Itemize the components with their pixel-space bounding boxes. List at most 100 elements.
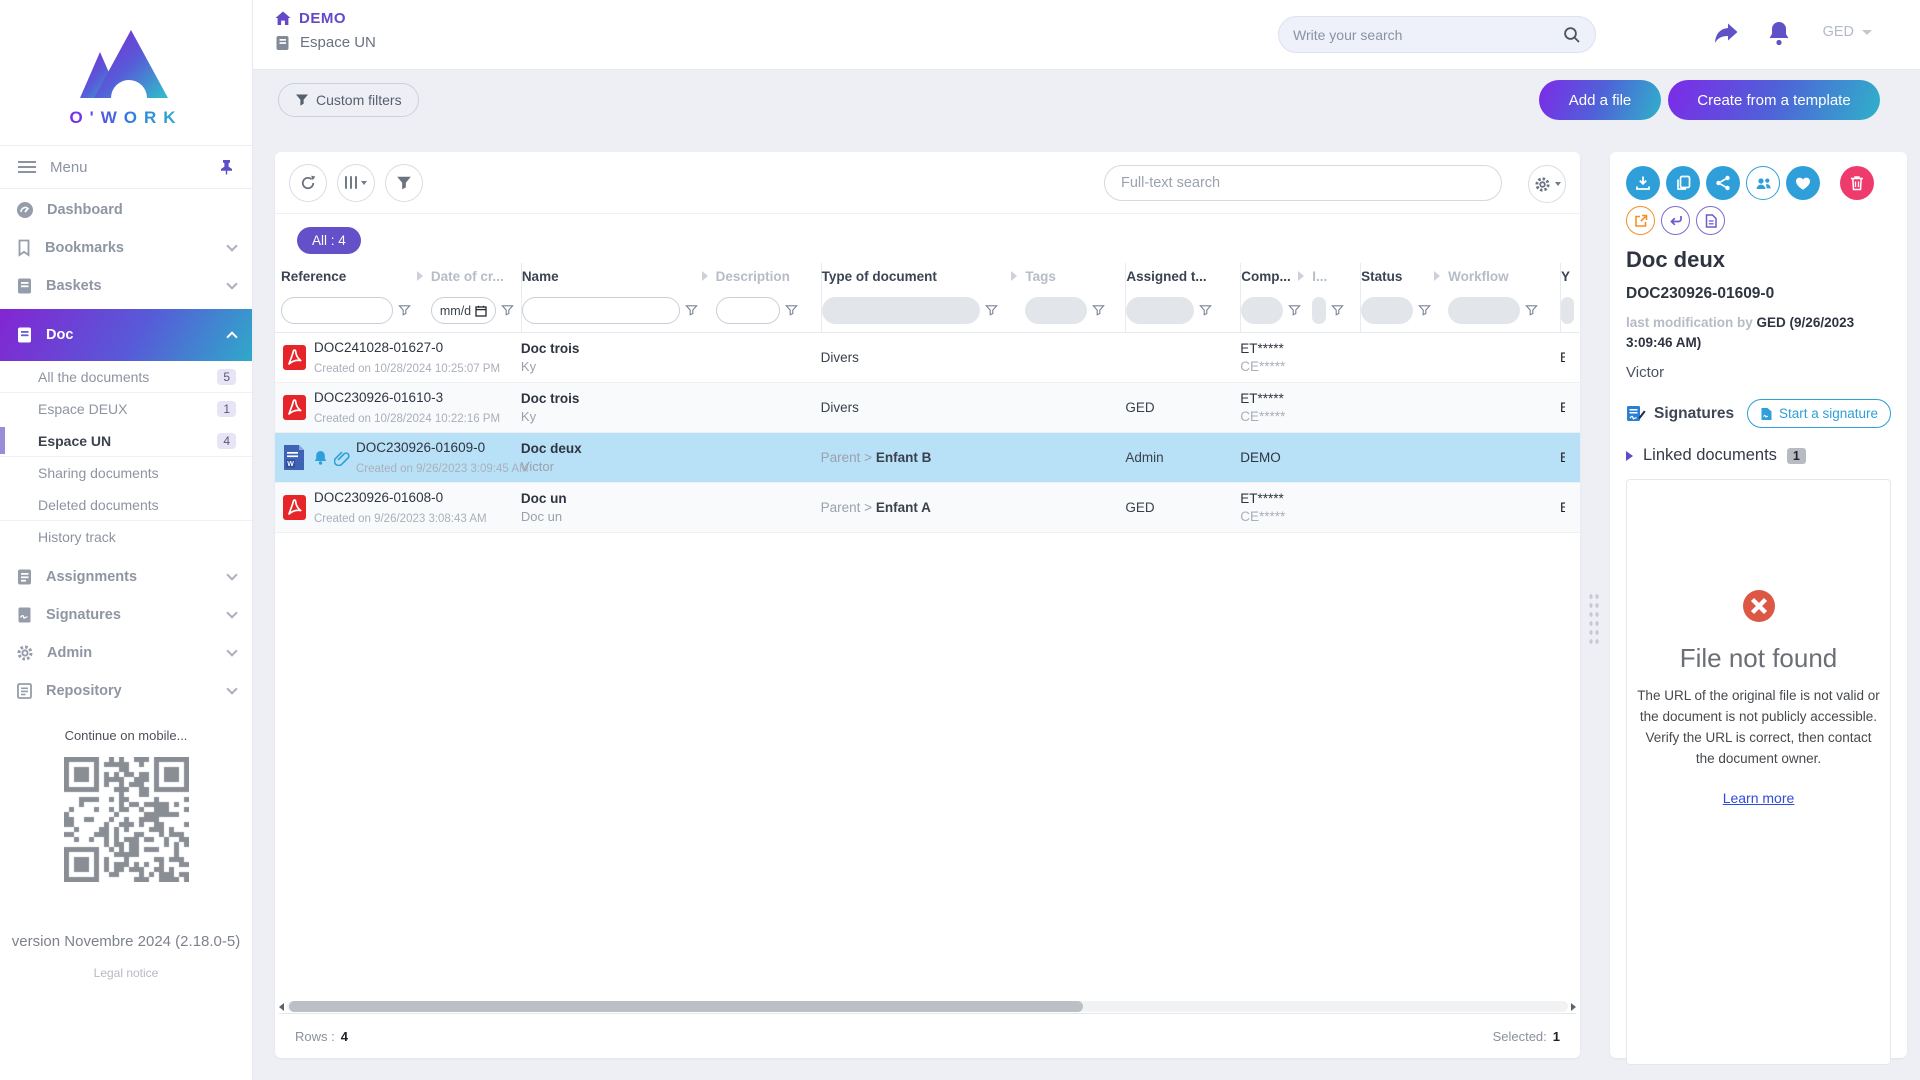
documents-table-card: All : 4 Reference Date of cr... Name Des… (275, 152, 1580, 1058)
column-header-tags[interactable]: Tags (1025, 263, 1125, 289)
column-header-date[interactable]: Date of cr... (431, 263, 521, 289)
selected-count: 1 (1553, 1029, 1560, 1044)
scroll-right-arrow[interactable] (1571, 1003, 1576, 1011)
filter-funnel-icon[interactable] (1288, 304, 1301, 317)
scope-tab-all[interactable]: All : 4 (297, 227, 361, 254)
filter-description-input[interactable] (716, 297, 780, 324)
filter-assigned-select[interactable] (1126, 297, 1194, 324)
scroll-left-arrow[interactable] (279, 1003, 284, 1011)
breadcrumb-home[interactable]: DEMO (275, 10, 376, 27)
filter-funnel-icon[interactable] (1199, 304, 1212, 317)
sidebar-item-espace-deux[interactable]: Espace DEUX 1 (0, 393, 252, 425)
global-search-input[interactable] (1293, 27, 1563, 43)
share-button[interactable] (1706, 166, 1740, 200)
sidebar-item-admin[interactable]: Admin (0, 634, 252, 672)
column-header-y[interactable]: Y (1560, 263, 1580, 289)
pdf-file-icon (281, 394, 308, 421)
filter-date-input[interactable]: mm/d (431, 297, 496, 324)
sidebar-item-espace-un[interactable]: Espace UN 4 (0, 425, 252, 457)
filter-workflow-select[interactable] (1448, 297, 1520, 324)
panel-resize-handle[interactable] (1588, 592, 1601, 648)
sidebar-item-all-documents[interactable]: All the documents 5 (0, 361, 252, 393)
table-row[interactable]: DOC241028-01627-0Created on 10/28/2024 1… (275, 333, 1580, 383)
table-row[interactable]: DOC230926-01608-0Created on 9/26/2023 3:… (275, 483, 1580, 533)
duplicate-button[interactable] (1666, 166, 1700, 200)
column-header-workflow[interactable]: Workflow (1448, 263, 1560, 289)
count-badge: 5 (217, 369, 236, 385)
rows-count: 4 (341, 1029, 348, 1044)
document-button[interactable] (1696, 206, 1725, 235)
column-header-comp[interactable]: Comp... (1240, 263, 1312, 289)
share-forward-icon[interactable] (1712, 20, 1740, 46)
column-header-status[interactable]: Status (1360, 263, 1448, 289)
filter-funnel-icon[interactable] (1525, 304, 1538, 317)
sidebar-item-deleted-documents[interactable]: Deleted documents (0, 489, 252, 521)
filter-tags-select[interactable] (1025, 297, 1087, 324)
delete-button[interactable] (1840, 166, 1874, 200)
sidebar-menu-toggle[interactable]: Menu (0, 145, 252, 189)
filter-funnel-icon[interactable] (398, 304, 411, 317)
column-header-type[interactable]: Type of document (821, 263, 1026, 289)
app-root: O'WORK Menu Dashboard Bookmarks (0, 0, 1920, 1080)
column-header-reference[interactable]: Reference (281, 263, 431, 289)
filter-i-select[interactable] (1312, 297, 1326, 324)
open-external-button[interactable] (1626, 206, 1655, 235)
filter-funnel-icon[interactable] (785, 304, 798, 317)
linked-documents-toggle[interactable]: Linked documents 1 (1626, 446, 1891, 465)
table-row-selected[interactable]: W DOC230926-01609-0Created on 9/26/2023 … (275, 433, 1580, 483)
filter-funnel-icon[interactable] (685, 304, 698, 317)
pin-icon[interactable] (219, 159, 234, 175)
sidebar-item-baskets[interactable]: Baskets (0, 267, 252, 305)
sidebar-item-doc[interactable]: Doc (0, 309, 252, 361)
sidebar-item-signatures[interactable]: Signatures (0, 596, 252, 634)
filter-reference-input[interactable] (281, 297, 393, 324)
start-signature-button[interactable]: Start a signature (1747, 399, 1891, 428)
notifications-bell-icon[interactable] (1766, 20, 1792, 47)
filter-y-select[interactable] (1561, 297, 1574, 324)
learn-more-link[interactable]: Learn more (1723, 790, 1795, 806)
scrollbar-thumb[interactable] (289, 1001, 1083, 1012)
sidebar-item-repository[interactable]: Repository (0, 672, 252, 710)
sidebar-item-dashboard[interactable]: Dashboard (0, 191, 252, 229)
favorite-button[interactable] (1786, 166, 1820, 200)
refresh-button[interactable] (289, 164, 327, 202)
return-button[interactable] (1661, 206, 1690, 235)
book-icon (16, 326, 33, 344)
filter-funnel-icon[interactable] (501, 304, 514, 317)
scrollbar-track[interactable] (287, 1001, 1568, 1012)
sidebar-item-sharing-documents[interactable]: Sharing documents (0, 457, 252, 489)
filter-funnel-icon[interactable] (985, 304, 998, 317)
add-file-button[interactable]: Add a file (1539, 80, 1661, 120)
column-header-i[interactable]: I... (1312, 263, 1360, 289)
column-header-description[interactable]: Description (716, 263, 821, 289)
fulltext-search-input[interactable] (1104, 165, 1502, 201)
legal-notice-link[interactable]: Legal notice (0, 966, 252, 980)
user-menu[interactable]: GED (1823, 24, 1872, 40)
sidebar-item-assignments[interactable]: Assignments (0, 558, 252, 596)
sidebar-item-history-track[interactable]: History track (0, 521, 252, 553)
sidebar-item-bookmarks[interactable]: Bookmarks (0, 229, 252, 267)
users-button[interactable] (1746, 166, 1780, 200)
custom-filters-button[interactable]: Custom filters (278, 83, 419, 117)
columns-button[interactable] (337, 164, 375, 202)
filter-status-select[interactable] (1361, 297, 1413, 324)
qr-code (64, 757, 189, 882)
search-icon[interactable] (1563, 26, 1581, 44)
filter-name-input[interactable] (522, 297, 680, 324)
filter-button[interactable] (385, 164, 423, 202)
table-settings-button[interactable] (1528, 165, 1566, 203)
filter-funnel-icon[interactable] (1331, 304, 1344, 317)
count-badge: 1 (217, 401, 236, 417)
filter-comp-select[interactable] (1241, 297, 1283, 324)
document-icon (1705, 214, 1717, 228)
filter-funnel-icon (396, 175, 412, 191)
create-from-template-button[interactable]: Create from a template (1668, 80, 1880, 120)
filter-type-select[interactable] (822, 297, 980, 324)
column-header-assigned[interactable]: Assigned t... (1125, 263, 1240, 289)
table-row[interactable]: DOC230926-01610-3Created on 10/28/2024 1… (275, 383, 1580, 433)
download-button[interactable] (1626, 166, 1660, 200)
filter-funnel-icon[interactable] (1092, 304, 1105, 317)
horizontal-scrollbar[interactable] (279, 1000, 1576, 1014)
filter-funnel-icon[interactable] (1418, 304, 1431, 317)
column-header-name[interactable]: Name (521, 263, 716, 289)
